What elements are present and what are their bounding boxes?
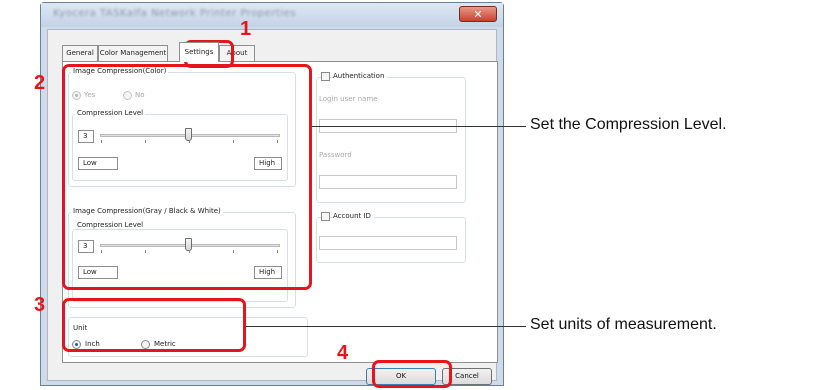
callout-number-1: 1 <box>240 18 252 40</box>
compression-leader-line <box>312 126 526 127</box>
account-id-label: Account ID <box>333 212 374 220</box>
title-bar[interactable]: Kyocera TASKalfa Network Printer Propert… <box>41 3 503 27</box>
password-input[interactable] <box>319 175 457 189</box>
close-button[interactable]: ✕ <box>459 6 497 22</box>
authentication-label: Authentication <box>333 72 388 80</box>
tab-color-management[interactable]: Color Management <box>98 45 168 61</box>
authentication-checkbox[interactable] <box>321 72 330 81</box>
account-id-checkbox[interactable] <box>321 212 330 221</box>
ok-button-callout <box>372 360 452 388</box>
window-title: Kyocera TASKalfa Network Printer Propert… <box>53 8 296 19</box>
tab-settings[interactable]: Settings <box>179 42 219 62</box>
units-note: Set units of measurement. <box>530 316 717 333</box>
callout-number-2: 2 <box>34 72 46 94</box>
tab-general[interactable]: General <box>62 45 98 61</box>
callout-number-3: 3 <box>34 294 46 316</box>
units-leader-line <box>246 326 526 327</box>
account-id-input[interactable] <box>319 236 457 250</box>
compression-callout <box>62 64 312 290</box>
password-label: Password <box>319 151 352 159</box>
unit-callout <box>62 298 246 352</box>
login-user-name-label: Login user name <box>319 95 378 103</box>
compression-note: Set the Compression Level. <box>530 116 727 133</box>
callout-number-4: 4 <box>337 342 349 364</box>
